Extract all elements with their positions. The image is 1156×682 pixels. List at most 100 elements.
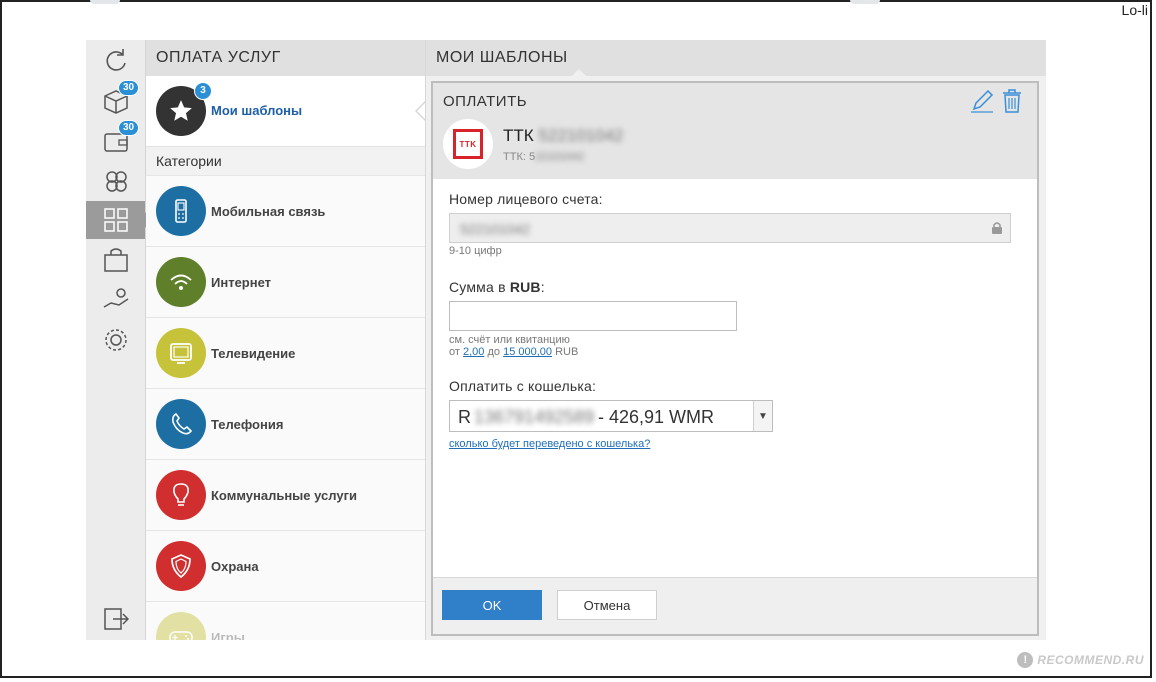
wallet-prefix: R — [458, 407, 471, 427]
categories-panel-title: ОПЛАТА УСЛУГ — [146, 40, 425, 76]
payment-card-header: ОПЛАТИТЬ TTK ТТК 522101042 ТТК: 52210104… — [433, 83, 1037, 179]
category-mobile[interactable]: Мобильная связь — [146, 175, 425, 246]
category-label: Интернет — [211, 275, 272, 290]
templates-panel: МОИ ШАБЛОНЫ ОПЛАТИТЬ TTK ТТК 522101042 Т… — [426, 40, 1046, 640]
hand-coin-icon — [103, 288, 128, 308]
provider-name-text: ТТК — [503, 126, 534, 145]
lightbulb-icon — [173, 483, 189, 506]
range-from-label: от — [449, 346, 460, 358]
header-notch — [572, 69, 586, 76]
category-label: Телевидение — [211, 346, 296, 361]
watermark: ! RECOMMEND.RU — [1017, 652, 1144, 668]
services-grid-icon — [103, 208, 128, 232]
mobile-phone-icon — [175, 199, 187, 223]
category-telephony[interactable]: Телефония — [146, 388, 425, 459]
templates-panel-title-text: МОИ ШАБЛОНЫ — [436, 49, 568, 66]
star-icon — [170, 100, 192, 121]
category-icon-circle — [156, 541, 206, 591]
range-currency: RUB — [555, 346, 579, 358]
provider-subtitle-masked: 22101042 — [535, 151, 585, 163]
rail-purses-button[interactable]: 30 — [86, 80, 145, 120]
tv-icon — [170, 343, 192, 364]
chevron-down-icon[interactable]: ▼ — [753, 401, 772, 431]
category-label: Охрана — [211, 559, 259, 574]
rail-badge: 30 — [118, 120, 140, 136]
category-games[interactable]: Игры — [146, 601, 425, 640]
logout-icon — [103, 608, 129, 630]
left-rail: 30 30 — [86, 40, 153, 640]
category-label: Телефония — [211, 417, 284, 432]
category-utilities[interactable]: Коммунальные услуги — [146, 459, 425, 530]
category-label: Игры — [211, 630, 245, 640]
wifi-icon — [170, 274, 192, 290]
my-templates-item[interactable]: 3 Мои шаблоны — [146, 76, 425, 147]
ok-button[interactable]: OK — [442, 590, 542, 620]
edit-template-button[interactable] — [969, 88, 995, 114]
payment-card-title: ОПЛАТИТЬ — [443, 93, 528, 110]
wallet-balance: - 426,91 WMR — [598, 407, 715, 427]
category-internet[interactable]: Интернет — [146, 246, 425, 317]
account-label: Номер лицевого счета: — [449, 191, 603, 207]
rail-wallet-button[interactable]: 30 — [86, 120, 145, 160]
category-icon-circle — [156, 470, 206, 520]
templates-count-badge: 3 — [194, 82, 212, 100]
account-field: 522101042 — [449, 213, 1011, 243]
account-hint: 9-10 цифр — [449, 245, 502, 257]
provider-number-masked: 522101042 — [538, 126, 624, 145]
trash-icon — [1003, 89, 1021, 113]
shield-icon — [171, 554, 191, 579]
templates-panel-title: МОИ ШАБЛОНЫ — [426, 40, 1046, 76]
app-window: 30 30 ОПЛАТА УСЛУГ 3 Мои шаблоны Категор… — [86, 40, 1046, 640]
account-value: 522101042 — [460, 221, 531, 237]
corner-label: Lo-li — [1121, 2, 1148, 18]
rail-transfer-button[interactable] — [86, 281, 145, 319]
min-amount-link[interactable]: 2,00 — [463, 346, 484, 358]
transfer-amount-link[interactable]: сколько будет переведено с кошелька? — [449, 438, 650, 450]
category-icon-circle — [156, 328, 206, 378]
top-decoration — [850, 0, 880, 4]
payment-card-footer: OK Отмена — [433, 577, 1037, 634]
refresh-button[interactable] — [86, 42, 145, 80]
amount-label-suffix: : — [540, 279, 545, 295]
categories-panel: ОПЛАТА УСЛУГ 3 Мои шаблоны Категории Моб… — [146, 40, 426, 640]
shopping-bag-icon — [103, 248, 128, 272]
category-label: Мобильная связь — [211, 204, 326, 219]
provider-logo: TTK — [443, 119, 493, 169]
category-label: Коммунальные услуги — [211, 488, 357, 503]
categories-header: Категории — [146, 147, 425, 175]
amount-currency: RUB — [509, 279, 541, 295]
range-to-label: до — [487, 346, 501, 358]
amount-label-prefix: Сумма в — [449, 279, 510, 295]
payment-form: Номер лицевого счета: 522101042 9-10 циф… — [449, 191, 1029, 452]
rail-payments-button[interactable] — [86, 201, 153, 239]
wallet-number-masked: 136791492589 — [474, 407, 595, 427]
wallet-select[interactable]: R 136791492589 - 426,91 WMR ▼ — [449, 400, 773, 432]
lock-icon — [992, 222, 1002, 234]
gamepad-icon — [169, 631, 193, 640]
rail-contacts-button[interactable] — [86, 162, 145, 200]
category-icon-circle — [156, 399, 206, 449]
provider-subtitle: ТТК: 522101042 — [503, 151, 584, 163]
provider-logo-mark: TTK — [453, 129, 483, 159]
rail-badge: 30 — [118, 80, 140, 96]
rail-shop-button[interactable] — [86, 241, 145, 279]
watermark-text: RECOMMEND.RU — [1037, 653, 1144, 667]
logout-button[interactable] — [86, 600, 145, 638]
category-icon-circle — [156, 612, 206, 640]
provider-subtitle-prefix: ТТК: 5 — [503, 151, 536, 163]
my-templates-label: Мои шаблоны — [211, 103, 303, 118]
refresh-icon — [105, 49, 126, 71]
delete-template-button[interactable] — [999, 88, 1025, 114]
category-security[interactable]: Охрана — [146, 530, 425, 601]
amount-hint: см. счёт или квитанцию — [449, 334, 570, 346]
cancel-button[interactable]: Отмена — [557, 590, 657, 620]
max-amount-link[interactable]: 15 000,00 — [503, 346, 552, 358]
amount-input[interactable] — [449, 301, 737, 331]
wallet-label: Оплатить с кошелька: — [449, 378, 597, 394]
rail-settings-button[interactable] — [86, 321, 145, 359]
provider-name: ТТК 522101042 — [503, 126, 624, 146]
category-tv[interactable]: Телевидение — [146, 317, 425, 388]
category-icon-circle — [156, 186, 206, 236]
pencil-icon — [971, 89, 994, 113]
payment-card: ОПЛАТИТЬ TTK ТТК 522101042 ТТК: 52210104… — [431, 81, 1039, 636]
